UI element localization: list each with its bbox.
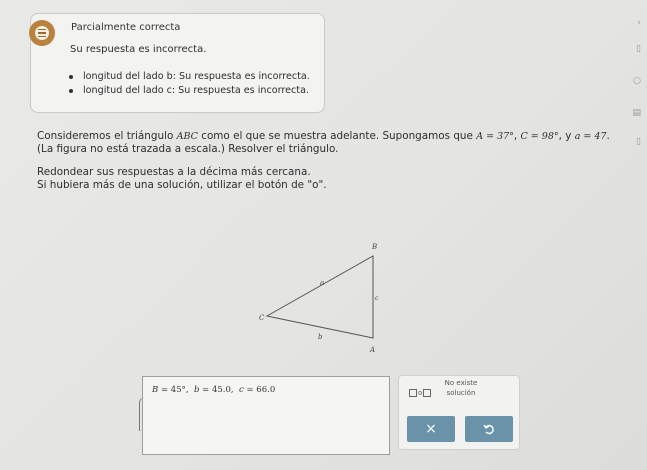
side-c-label: c <box>375 295 379 302</box>
bookmark-icon[interactable]: ▯ <box>636 137 641 147</box>
circle-icon[interactable]: ○ <box>633 76 641 86</box>
undo-icon <box>483 424 494 435</box>
chevron-icon[interactable]: › <box>637 18 641 28</box>
side-b-label: b <box>318 333 323 341</box>
problem-line-2: (La figura no está trazada a escala.) Re… <box>37 143 339 155</box>
close-icon: × <box>425 421 437 437</box>
feedback-title: Parcialmente correcta <box>71 22 181 33</box>
feedback-item-c: longitud del lado c: Su respuesta es inc… <box>69 85 310 96</box>
answer-text: B = 45°, b = 45.0, c = 66.0 <box>152 385 276 395</box>
no-solution-button[interactable]: No existe solución <box>444 378 478 398</box>
problem-line-4: Si hubiera más de una solución, utilizar… <box>37 179 327 191</box>
feedback-list: longitud del lado b: Su respuesta es inc… <box>69 70 310 98</box>
problem-line-3: Redondear sus respuestas a la décima más… <box>37 166 311 178</box>
feedback-subtitle: Su respuesta es incorrecta. <box>70 44 207 55</box>
input-edge <box>139 397 148 431</box>
feedback-panel: Parcialmente correcta Su respuesta es in… <box>29 13 325 113</box>
undo-button[interactable] <box>465 416 513 442</box>
or-button[interactable]: o <box>409 389 432 397</box>
list-icon <box>29 20 55 46</box>
triangle-diagram: B C A a b c <box>259 243 379 354</box>
answer-input[interactable]: B = 45°, b = 45.0, c = 66.0 <box>139 376 390 455</box>
calculator-icon[interactable]: ▯ <box>636 44 641 54</box>
box-icon <box>409 389 417 397</box>
vertex-c-label: C <box>259 314 265 322</box>
problem-statement: Consideremos el triángulo ABC como el qu… <box>37 130 610 192</box>
page-icon[interactable]: ▤ <box>632 108 641 118</box>
side-a-label: a <box>320 279 324 287</box>
vertex-a-label: A <box>369 346 375 354</box>
feedback-item-b: longitud del lado b: Su respuesta es inc… <box>69 71 310 82</box>
clear-button[interactable]: × <box>407 416 455 442</box>
problem-line-1: Consideremos el triángulo ABC como el qu… <box>37 130 610 142</box>
box-icon <box>423 389 432 397</box>
triangle-shape <box>265 255 374 339</box>
answer-tools: o No existe solución × <box>398 375 520 450</box>
vertex-b-label: B <box>371 243 377 251</box>
